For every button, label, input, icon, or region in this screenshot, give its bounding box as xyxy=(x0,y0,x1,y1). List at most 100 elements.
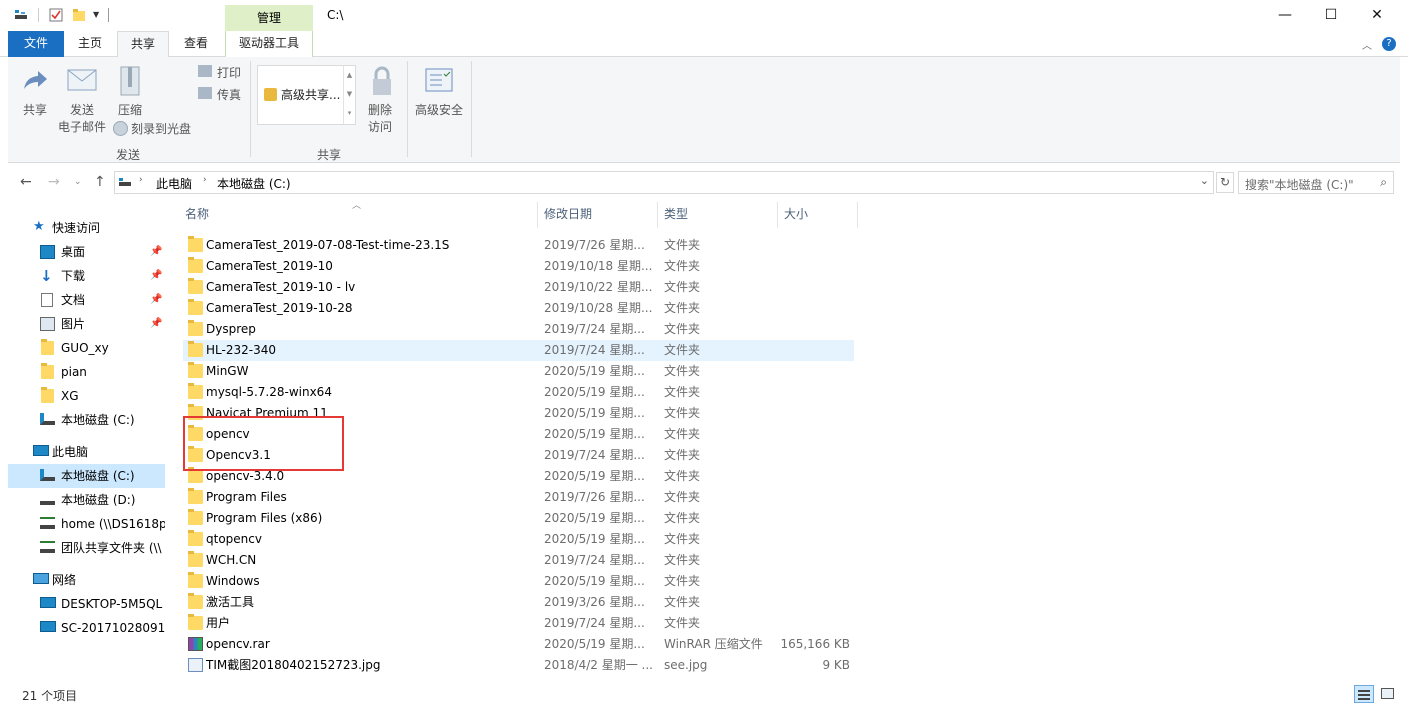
table-row[interactable]: TIM截图20180402152723.jpg 2018/4/2 星期一 ... s… xyxy=(183,655,854,676)
nav-home-network-drive[interactable]: home (\\DS1618p xyxy=(8,512,165,536)
address-dropdown-icon[interactable]: ⌄ xyxy=(1200,174,1209,187)
table-row[interactable]: mysql-5.7.28-winx64 2020/5/19 星期... 文件夹 xyxy=(183,382,854,403)
nav-quick-access[interactable]: ★ 快速访问 xyxy=(8,216,165,240)
file-type: WinRAR 压缩文件 xyxy=(664,637,763,651)
large-icons-view-icon[interactable] xyxy=(1378,685,1398,703)
share-icon xyxy=(24,71,47,89)
file-type: 文件夹 xyxy=(664,238,701,252)
close-button[interactable]: ✕ xyxy=(1354,0,1400,31)
table-row[interactable]: 激活工具 2019/3/26 星期... 文件夹 xyxy=(183,592,854,613)
details-view-icon[interactable] xyxy=(1354,685,1374,703)
pin-icon[interactable]: 📌 xyxy=(150,240,162,264)
nav-downloads[interactable]: ↓ 下载 📌 xyxy=(8,264,165,288)
pictures-icon xyxy=(40,317,55,331)
file-date: 2020/5/19 星期... xyxy=(544,511,645,525)
zip-button[interactable]: 压缩 xyxy=(112,101,148,118)
help-icon[interactable]: ? xyxy=(1382,37,1396,51)
nav-this-pc[interactable]: 此电脑 xyxy=(8,440,165,464)
maximize-button[interactable]: ☐ xyxy=(1308,0,1354,31)
refresh-icon[interactable]: ↻ xyxy=(1216,172,1234,193)
column-header-date[interactable]: 修改日期 xyxy=(544,204,592,228)
share-with-gallery[interactable]: 高级共享... ▲ ▼ ▾ xyxy=(257,65,356,125)
minimize-button[interactable]: — xyxy=(1262,0,1308,31)
share-button[interactable]: 共享 xyxy=(18,101,52,118)
forward-arrow-icon[interactable]: → xyxy=(48,174,60,190)
pin-icon[interactable]: 📌 xyxy=(150,312,162,336)
address-bar[interactable]: › 此电脑 › 本地磁盘 (C:) ⌄ xyxy=(114,171,1214,194)
breadcrumb-this-pc[interactable]: 此电脑 xyxy=(156,175,192,192)
nav-quick-local-disk-c[interactable]: 本地磁盘 (C:) xyxy=(8,408,165,432)
table-row[interactable]: CameraTest_2019-10 - lv 2019/10/22 星期... 文… xyxy=(183,277,854,298)
fax-button[interactable]: 传真 xyxy=(217,86,241,103)
column-header-type[interactable]: 类型 xyxy=(664,204,688,228)
file-date: 2020/5/19 星期... xyxy=(544,406,645,420)
file-name: 用户 xyxy=(206,616,231,630)
nav-local-disk-d[interactable]: 本地磁盘 (D:) xyxy=(8,488,165,512)
search-icon[interactable]: ⌕ xyxy=(1380,175,1387,190)
burn-to-disc-button[interactable]: 刻录到光盘 xyxy=(131,120,191,137)
table-row[interactable]: opencv.rar 2020/5/19 星期... WinRAR 压缩文件 165,… xyxy=(183,634,854,655)
folder-icon xyxy=(188,467,203,483)
table-row[interactable]: 用户 2019/7/24 星期... 文件夹 xyxy=(183,613,854,634)
nav-network[interactable]: 网络 xyxy=(8,568,165,592)
nav-computer-desktop[interactable]: DESKTOP-5M5QL xyxy=(8,592,165,616)
new-folder-icon[interactable] xyxy=(72,8,86,22)
file-date: 2019/7/26 星期... xyxy=(544,238,645,252)
advanced-share-item[interactable]: 高级共享... xyxy=(281,86,340,103)
nav-documents[interactable]: 文档 📌 xyxy=(8,288,165,312)
tab-view[interactable]: 查看 xyxy=(170,31,222,57)
properties-icon[interactable] xyxy=(49,8,63,22)
zip-icon xyxy=(120,66,140,96)
file-name: CameraTest_2019-07-08-Test-time-23.1S xyxy=(206,238,450,252)
column-header-size[interactable]: 大小 xyxy=(784,204,808,228)
table-row[interactable]: Windows 2020/5/19 星期... 文件夹 xyxy=(183,571,854,592)
table-row[interactable]: MinGW 2020/5/19 星期... 文件夹 xyxy=(183,361,854,382)
folder-icon xyxy=(188,278,203,294)
nav-desktop[interactable]: 桌面 📌 xyxy=(8,240,165,264)
nav-local-disk-c[interactable]: 本地磁盘 (C:) xyxy=(8,464,165,488)
nav-computer-sc[interactable]: SC-201710280911 xyxy=(8,616,165,640)
file-name: CameraTest_2019-10 xyxy=(206,259,333,273)
file-date: 2018/4/2 星期一 ... xyxy=(544,658,653,672)
table-row[interactable]: WCH.CN 2019/7/24 星期... 文件夹 xyxy=(183,550,854,571)
table-row[interactable]: Dysprep 2019/7/24 星期... 文件夹 xyxy=(183,319,854,340)
remove-access-label-2[interactable]: 访问 xyxy=(362,118,398,135)
breadcrumb-local-disk[interactable]: 本地磁盘 (C:) xyxy=(217,175,291,192)
star-icon: ★ xyxy=(33,219,45,234)
this-pc-icon[interactable] xyxy=(14,8,28,22)
file-date: 2019/7/24 星期... xyxy=(544,616,645,630)
nav-pictures[interactable]: 图片 📌 xyxy=(8,312,165,336)
pin-icon[interactable]: 📌 xyxy=(150,288,162,312)
pin-icon[interactable]: 📌 xyxy=(150,264,162,288)
nav-pian[interactable]: pian xyxy=(8,360,165,384)
up-arrow-icon[interactable]: ↑ xyxy=(94,174,106,190)
tab-share[interactable]: 共享 xyxy=(117,31,169,58)
recent-chevron-icon[interactable]: ⌄ xyxy=(74,177,82,187)
table-row[interactable]: CameraTest_2019-10-28 2019/10/28 星期... 文件夹 xyxy=(183,298,854,319)
table-row[interactable]: qtopencv 2020/5/19 星期... 文件夹 xyxy=(183,529,854,550)
tab-drive-tools[interactable]: 驱动器工具 xyxy=(225,31,313,57)
column-header-name[interactable]: 名称 xyxy=(185,204,209,228)
send-email-label[interactable]: 发送 xyxy=(56,101,108,118)
nav-guo-xy[interactable]: GUO_xy xyxy=(8,336,165,360)
advanced-security-button[interactable]: 高级安全 xyxy=(410,101,468,118)
table-row[interactable]: HL-232-340 2019/7/24 星期... 文件夹 xyxy=(183,340,854,361)
tab-manage[interactable]: 管理 xyxy=(225,5,313,31)
table-row[interactable]: CameraTest_2019-07-08-Test-time-23.1S 201… xyxy=(183,235,854,256)
table-row[interactable]: Program Files (x86) 2020/5/19 星期... 文件夹 xyxy=(183,508,854,529)
table-row[interactable]: CameraTest_2019-10 2019/10/18 星期... 文件夹 xyxy=(183,256,854,277)
gallery-scroll[interactable]: ▲ ▼ ▾ xyxy=(343,66,355,124)
print-button[interactable]: 打印 xyxy=(217,64,241,81)
nav-xg[interactable]: XG xyxy=(8,384,165,408)
collapse-ribbon-icon[interactable]: ︿ xyxy=(1362,37,1372,52)
nav-team-share-drive[interactable]: 团队共享文件夹 (\\ xyxy=(8,536,165,560)
search-input[interactable]: 搜索"本地磁盘 (C:)" ⌕ xyxy=(1238,171,1394,194)
send-email-label-2[interactable]: 电子邮件 xyxy=(52,118,112,135)
customize-qa-chevron-icon[interactable]: ▼ xyxy=(93,10,99,19)
table-row[interactable]: Program Files 2019/7/26 星期... 文件夹 xyxy=(183,487,854,508)
back-arrow-icon[interactable]: ← xyxy=(20,174,32,190)
remove-access-label[interactable]: 删除 xyxy=(362,101,398,118)
folder-icon xyxy=(41,387,54,403)
tab-home[interactable]: 主页 xyxy=(64,31,116,57)
tab-file[interactable]: 文件 xyxy=(8,31,64,57)
